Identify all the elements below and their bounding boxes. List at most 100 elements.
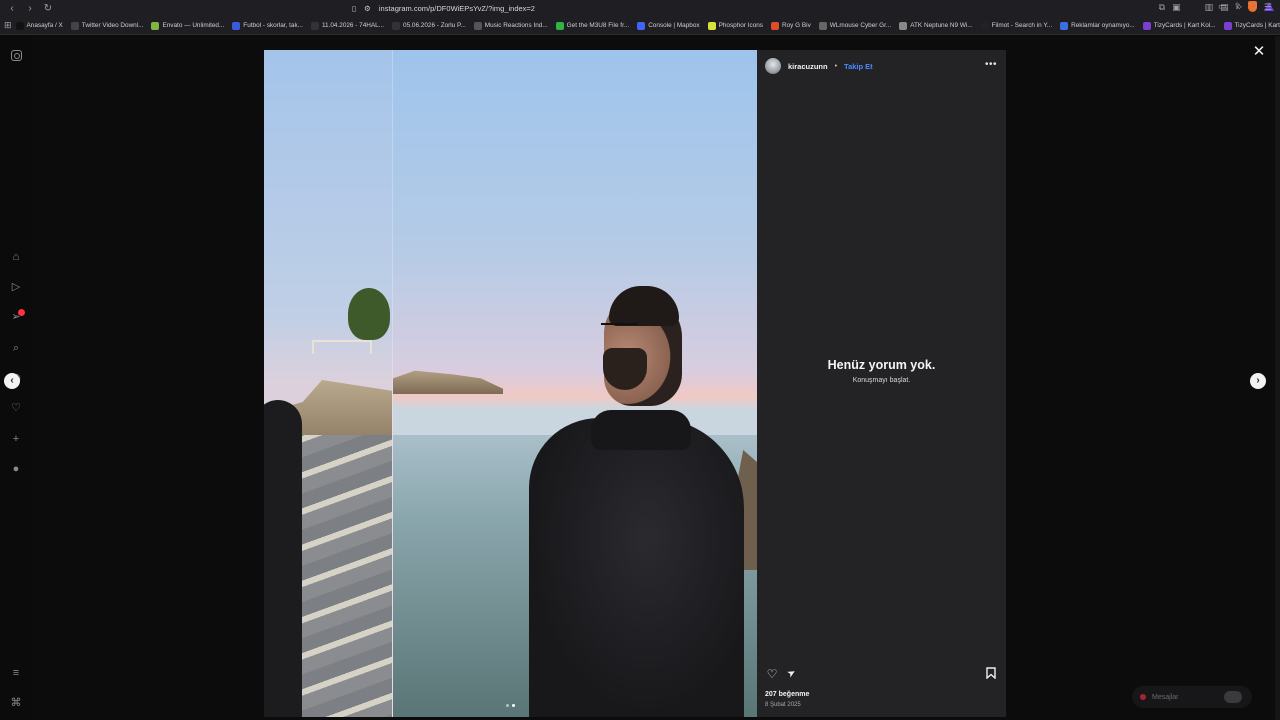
back-icon[interactable]: ‹ (6, 3, 18, 14)
wallet-icon[interactable]: ▣ (1172, 2, 1181, 13)
bookmark-favicon-icon (15, 21, 24, 30)
tabs-icon[interactable]: ▤ (1220, 2, 1229, 13)
direct-badge (18, 309, 25, 316)
bookmark-favicon-icon (980, 21, 989, 30)
post-header: kiracuzunn • Takip Et (757, 50, 1006, 82)
bookmark-item[interactable]: Get the M3U8 File fr... (552, 21, 634, 30)
post-date: 8 Şubat 2025 (765, 702, 801, 708)
username-link[interactable]: kiracuzunn (788, 62, 828, 71)
page-scrollbar[interactable] (1275, 36, 1280, 720)
browser-nav: ‹ › ↻ (0, 3, 54, 14)
bookmark-favicon-icon (771, 21, 780, 30)
bookmark-favicon-icon (899, 21, 908, 30)
bookmark-label: Envato — Unlimited... (162, 22, 225, 29)
bookmark-page-icon[interactable]: ▯ (352, 4, 356, 13)
messages-button[interactable]: Mesajlar (1132, 686, 1252, 708)
bookmark-favicon-icon (818, 21, 827, 30)
search-icon[interactable]: ⌕ (9, 341, 23, 355)
close-icon[interactable]: ✕ (1251, 44, 1267, 60)
comments-empty-state: Henüz yorum yok. Konuşmayı başlat. (757, 358, 1006, 384)
avatar[interactable] (765, 58, 781, 74)
bookmark-label: 11.04.2026 - 74HAL... (321, 22, 385, 29)
bookmark-label: Get the M3U8 File fr... (566, 22, 630, 29)
bookmark-favicon-icon (473, 21, 482, 30)
reels-icon[interactable]: ▷ (9, 280, 23, 294)
bookmark-label: Music Reactions Ind... (484, 22, 548, 29)
threads-icon[interactable]: ⌘ (9, 696, 23, 710)
browser-toolbar: ‹ › ↻ ▯ ⚙ instagram.com/p/DF0WiEPsYvZ/?i… (0, 0, 1280, 17)
bookmark-label: Console | Mapbox (648, 22, 700, 29)
bookmark-favicon-icon (707, 21, 716, 30)
next-post-button[interactable]: › (1250, 373, 1266, 389)
empty-comments-title: Henüz yorum yok. (827, 358, 936, 372)
messages-avatars (1224, 691, 1242, 703)
bookmark-item[interactable]: Reklamlar oynamıyo... (1056, 21, 1139, 30)
bookmark-item[interactable]: Console | Mapbox (633, 21, 703, 30)
bookmark-favicon-icon (310, 21, 319, 30)
bookmark-favicon-icon (637, 21, 646, 30)
notifications-icon[interactable]: ♡ (9, 401, 23, 415)
reload-icon[interactable]: ↻ (42, 3, 54, 14)
save-icon[interactable] (984, 667, 998, 681)
messages-label: Mesajlar (1152, 693, 1179, 701)
more-menu-icon[interactable]: ≡ (9, 666, 23, 680)
like-icon[interactable]: ♡ (765, 667, 779, 681)
sidebar-icon[interactable]: ▥ (1205, 2, 1214, 13)
share-icon[interactable]: ➤ (782, 664, 801, 683)
vpn-icon[interactable]: ⛉ (1250, 2, 1257, 13)
bookmark-label: Roy G Biv (782, 22, 811, 29)
carousel-dot-active (512, 704, 515, 707)
bookmark-item[interactable]: Roy G Biv (767, 21, 815, 30)
bookmark-favicon-icon (70, 21, 79, 30)
bookmark-item[interactable]: Twitter Video Downl... (67, 21, 148, 30)
home-icon[interactable]: ⌂ (9, 250, 23, 264)
bookmark-favicon-icon (1142, 21, 1151, 30)
previous-slide-peek (264, 50, 393, 717)
carousel-dot (506, 704, 509, 707)
apps-grid-icon[interactable]: ⊞ (4, 20, 12, 31)
post-actions: ♡ ➤ (765, 667, 998, 681)
bookmark-item[interactable]: Music Reactions Ind... (470, 21, 552, 30)
bookmark-item[interactable]: TizyCards | Kart Kol... (1220, 21, 1280, 30)
bookmark-favicon-icon (555, 21, 564, 30)
bookmark-item[interactable]: TizyCards | Kart Kol... (1139, 21, 1220, 30)
bookmark-label: Reklamlar oynamıyo... (1071, 22, 1135, 29)
bookmark-label: Futbol - skorlar, tak... (243, 22, 303, 29)
browser-extensions: ⧉ ▣ ▥ ▤ ✧ ⛉ ☰ (1159, 2, 1272, 13)
bookmark-item[interactable]: Futbol - skorlar, tak... (228, 21, 307, 30)
bookmark-item[interactable]: Envato — Unlimited... (147, 21, 228, 30)
bookmark-item[interactable]: Anasayfa / X (12, 21, 67, 30)
messages-badge (1140, 694, 1146, 700)
address-bar[interactable]: ▯ ⚙ instagram.com/p/DF0WiEPsYvZ/?img_ind… (352, 1, 892, 15)
profile-icon[interactable]: ● (9, 462, 23, 476)
ai-icon[interactable]: ✧ (1236, 2, 1244, 13)
post-media[interactable] (264, 50, 757, 717)
separator-dot: • (834, 62, 838, 70)
bookmarks-bar: ⊞ Anasayfa / X Twitter Video Downl... Enva… (0, 17, 1280, 35)
likes-count[interactable]: 207 beğenme (765, 691, 809, 698)
instagram-logo-icon[interactable] (9, 50, 23, 64)
extensions-icon[interactable]: ⧉ (1159, 2, 1165, 13)
forward-icon[interactable]: › (24, 3, 36, 14)
bookmark-label: Phosphor Icons (718, 22, 764, 29)
menu-icon[interactable]: ☰ (1264, 2, 1272, 13)
bookmark-label: Twitter Video Downl... (81, 22, 144, 29)
bookmark-item[interactable]: Phosphor Icons (704, 21, 767, 30)
follow-button[interactable]: Takip Et (844, 62, 873, 71)
bookmark-favicon-icon (1060, 21, 1069, 30)
bookmark-favicon-icon (392, 21, 401, 30)
bookmark-item[interactable]: Filmot - Search in Y... (977, 21, 1057, 30)
more-options-icon[interactable]: ••• (985, 59, 997, 70)
site-info-icon[interactable]: ⚙ (364, 4, 371, 13)
bookmark-item[interactable]: ATK Neptune N9 Wi... (895, 21, 976, 30)
bookmark-label: 05.06.2026 - Zorlu P... (403, 22, 466, 29)
bookmark-item[interactable]: 05.06.2026 - Zorlu P... (388, 21, 470, 30)
bookmark-label: TizyCards | Kart Kol... (1153, 22, 1216, 29)
bookmark-item[interactable]: 11.04.2026 - 74HAL... (307, 21, 388, 30)
bookmark-favicon-icon (1223, 21, 1232, 30)
create-icon[interactable]: + (9, 432, 23, 446)
bookmark-item[interactable]: WLmouse Cyber Gr... (815, 21, 895, 30)
prev-post-button[interactable]: ‹ (4, 373, 20, 389)
bookmark-label: Filmot - Search in Y... (991, 22, 1053, 29)
url-text: instagram.com/p/DF0WiEPsYvZ/?img_index=2 (378, 3, 535, 13)
